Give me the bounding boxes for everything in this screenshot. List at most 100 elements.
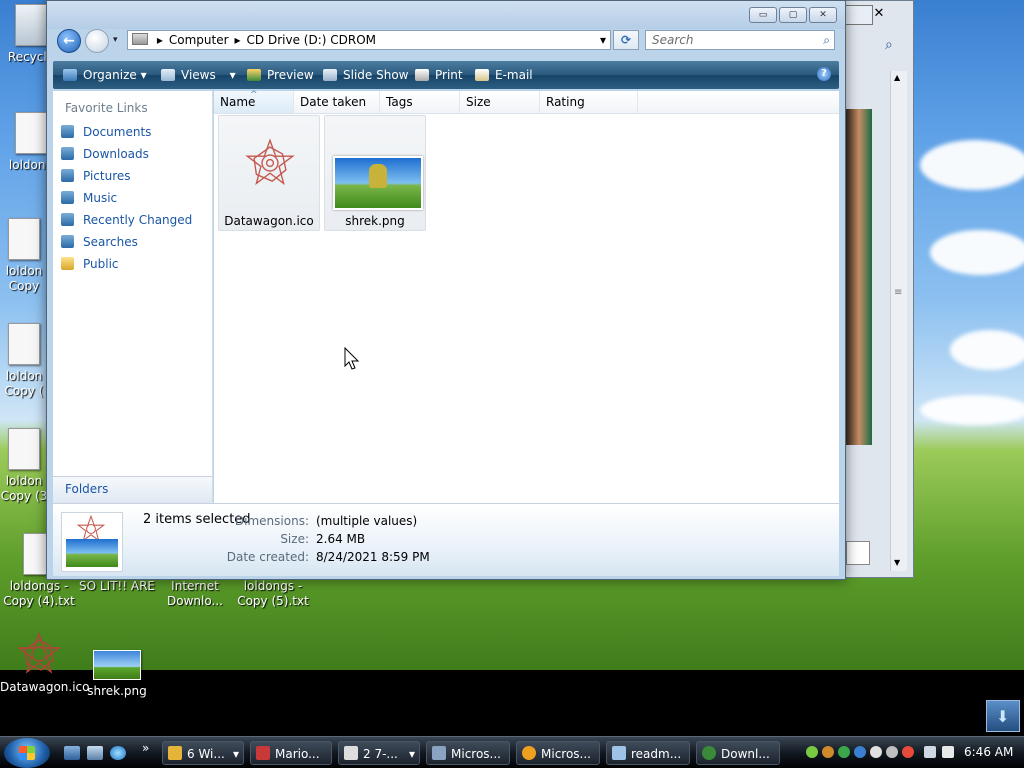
- text-file-icon: [8, 428, 40, 470]
- detail-label-size: Size:: [280, 532, 309, 546]
- refresh-button[interactable]: ⟳: [613, 30, 639, 50]
- search-input[interactable]: Search ⌕: [645, 30, 835, 50]
- desktop-file-icon[interactable]: SO LIT!! ARE: [78, 579, 156, 594]
- start-button[interactable]: [4, 738, 50, 768]
- column-header-name[interactable]: Name ^: [214, 90, 294, 113]
- background-window-maximize-button[interactable]: [845, 5, 873, 25]
- pictures-icon: [61, 169, 74, 182]
- game-icon: [256, 746, 270, 760]
- internet-explorer-icon[interactable]: [110, 746, 126, 760]
- network-icon[interactable]: [924, 746, 936, 758]
- star-icon: [16, 631, 62, 676]
- archive-icon: [344, 746, 358, 760]
- file-item[interactable]: shrek.png: [324, 115, 426, 231]
- task-button[interactable]: Mario...: [250, 741, 332, 765]
- breadcrumb-cd-drive[interactable]: CD Drive (D:) CDROM: [244, 31, 379, 49]
- search-icon[interactable]: ⌕: [823, 31, 830, 49]
- tray-app-icon[interactable]: [886, 746, 898, 758]
- sidebar-item-pictures[interactable]: Pictures: [61, 166, 131, 186]
- back-button[interactable]: ←: [57, 29, 81, 53]
- scrollbar[interactable]: ▲ ≡ ▼: [890, 71, 907, 571]
- envelope-icon: [475, 69, 489, 81]
- clock[interactable]: 6:46 AM: [964, 745, 1013, 759]
- recent-pages-dropdown[interactable]: ▾: [113, 35, 118, 45]
- background-window-close-button[interactable]: ✕: [871, 5, 887, 23]
- tray-app-icon[interactable]: [902, 746, 914, 758]
- window-icon: [432, 746, 446, 760]
- column-headers: Name ^ Date taken Tags Size Rating: [214, 90, 839, 114]
- task-button[interactable]: Micros...: [426, 741, 510, 765]
- show-desktop-button[interactable]: ⬇: [986, 700, 1020, 732]
- tray-app-icon[interactable]: [870, 746, 882, 758]
- column-header-rating[interactable]: Rating: [540, 91, 638, 113]
- address-dropdown-icon[interactable]: ▾: [600, 31, 606, 49]
- navigation-pane: Favorite Links Documents Downloads Pictu…: [53, 91, 224, 503]
- tray-app-icon[interactable]: [854, 746, 866, 758]
- background-window-button[interactable]: [846, 541, 870, 565]
- title-bar[interactable]: ▭ ▢ ✕: [47, 1, 845, 29]
- file-list[interactable]: Name ^ Date taken Tags Size Rating Datawa…: [214, 90, 839, 503]
- searches-icon: [61, 235, 74, 248]
- sidebar-item-recently-changed[interactable]: Recently Changed: [61, 210, 192, 230]
- volume-icon[interactable]: [942, 746, 954, 758]
- cloud: [920, 395, 1024, 425]
- details-pane: 2 items selected Dimensions: (multiple v…: [53, 503, 839, 576]
- scroll-grip-icon[interactable]: ≡: [894, 287, 902, 298]
- slide-show-button[interactable]: Slide Show: [323, 67, 408, 83]
- breadcrumb-computer[interactable]: Computer: [166, 31, 232, 49]
- desktop-shortcut-icon[interactable]: Internet Downlo...: [156, 579, 234, 609]
- forward-button[interactable]: [85, 29, 109, 53]
- printer-icon: [415, 69, 429, 81]
- desktop-png-file[interactable]: shrek.png: [78, 650, 156, 699]
- image-thumbnail: [93, 650, 141, 680]
- maximize-button[interactable]: ▢: [779, 7, 807, 23]
- sidebar-item-documents[interactable]: Documents: [61, 122, 151, 142]
- close-button[interactable]: ✕: [809, 7, 837, 23]
- tray-status-icon[interactable]: [806, 746, 818, 758]
- tray-app-icon[interactable]: [838, 746, 850, 758]
- address-bar[interactable]: ▸ Computer ▸ CD Drive (D:) CDROM ▾: [127, 30, 611, 50]
- explorer-window[interactable]: ▭ ▢ ✕ ← ▾ ▸ Computer ▸ CD Drive (D:) CDROM …: [46, 0, 846, 580]
- folders-toggle[interactable]: Folders ⌃: [53, 476, 224, 503]
- views-button[interactable]: Views ▾: [161, 67, 236, 83]
- tray-security-icon[interactable]: [822, 746, 834, 758]
- sidebar-item-searches[interactable]: Searches: [61, 232, 138, 252]
- scroll-down-icon[interactable]: ▼: [894, 558, 900, 567]
- sidebar-item-downloads[interactable]: Downloads: [61, 144, 149, 164]
- scroll-up-icon[interactable]: ▲: [894, 73, 900, 82]
- task-button[interactable]: Downl...: [696, 741, 780, 765]
- folder-icon: [61, 257, 74, 270]
- organize-button[interactable]: Organize ▾: [63, 67, 147, 83]
- detail-label-date-created: Date created:: [226, 550, 309, 564]
- search-icon[interactable]: ⌕: [885, 37, 893, 53]
- quick-launch-overflow-button[interactable]: »: [142, 741, 149, 755]
- task-button[interactable]: Micros...: [516, 741, 600, 765]
- show-desktop-icon[interactable]: [64, 746, 80, 760]
- print-button[interactable]: Print: [415, 67, 463, 83]
- system-tray: 6:46 AM: [800, 739, 1024, 767]
- office-icon: [522, 746, 536, 760]
- documents-icon: [61, 125, 74, 138]
- minimize-button[interactable]: ▭: [749, 7, 777, 23]
- desktop-ico-file[interactable]: Datawagon.ico: [0, 631, 89, 695]
- switch-windows-icon[interactable]: [87, 746, 103, 760]
- column-header-date-taken[interactable]: Date taken: [294, 91, 380, 113]
- cloud: [920, 140, 1024, 190]
- file-item[interactable]: Datawagon.ico: [218, 115, 320, 231]
- organize-icon: [63, 69, 77, 81]
- desktop-file-icon[interactable]: loldongs - Copy (5).txt: [234, 579, 312, 609]
- column-header-size[interactable]: Size: [460, 91, 540, 113]
- task-button[interactable]: 2 7-... ▾: [338, 741, 420, 765]
- notepad-icon: [612, 746, 626, 760]
- email-button[interactable]: E-mail: [475, 67, 533, 83]
- column-header-tags[interactable]: Tags: [380, 91, 460, 113]
- background-window[interactable]: ✕ ⌕ ▲ ≡ ▼: [840, 0, 914, 578]
- sidebar-item-music[interactable]: Music: [61, 188, 117, 208]
- star-icon: [245, 138, 295, 186]
- sidebar-item-public[interactable]: Public: [61, 254, 119, 274]
- task-button[interactable]: 6 Wi... ▾: [162, 741, 244, 765]
- help-button[interactable]: ?: [817, 67, 831, 81]
- preview-button[interactable]: Preview: [247, 67, 314, 83]
- task-button[interactable]: readm...: [606, 741, 690, 765]
- favorite-links-heading: Favorite Links: [65, 101, 148, 115]
